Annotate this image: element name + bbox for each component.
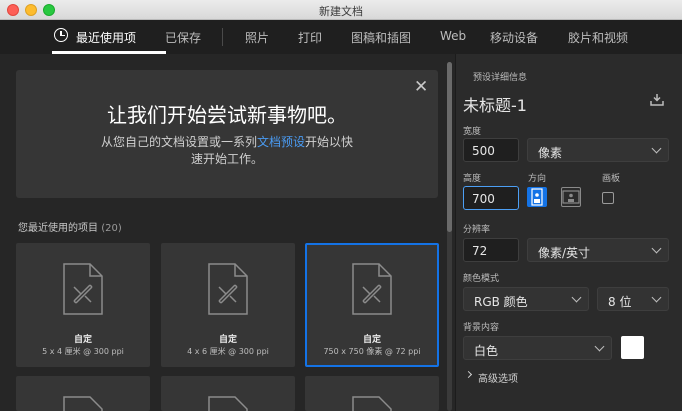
- document-icon: [352, 263, 392, 315]
- advanced-options-toggle[interactable]: 高级选项: [478, 370, 518, 385]
- portrait-icon: [531, 188, 543, 206]
- width-label: 宽度: [463, 127, 482, 137]
- artboard-checkbox[interactable]: [602, 192, 614, 204]
- color-mode-value: RGB 颜色: [474, 295, 528, 309]
- recent-item-size: 4 x 6 厘米 @ 300 ppi: [187, 347, 269, 356]
- scrollbar-thumb[interactable]: [447, 62, 452, 232]
- chevron-down-icon: [651, 143, 662, 154]
- recent-item-card[interactable]: 自定 4 x 6 厘米 @ 300 ppi: [161, 243, 295, 367]
- recent-item-card[interactable]: [161, 376, 295, 411]
- tab-film-video[interactable]: 胶片和视频: [568, 29, 628, 46]
- height-input[interactable]: 700: [463, 186, 519, 210]
- tab-mobile[interactable]: 移动设备: [490, 29, 538, 46]
- recent-item-card[interactable]: [16, 376, 150, 411]
- chevron-down-icon: [651, 243, 662, 254]
- background-color-swatch[interactable]: [621, 336, 644, 359]
- document-presets-link[interactable]: 文档预设: [257, 135, 305, 149]
- recent-count: (20): [101, 223, 122, 234]
- document-name-field[interactable]: 未标题-1: [463, 92, 527, 116]
- document-icon: [63, 263, 103, 315]
- document-icon: [63, 396, 103, 411]
- recent-item-size: 750 x 750 像素 @ 72 ppi: [323, 347, 421, 356]
- landscape-icon: [562, 190, 580, 204]
- close-icon[interactable]: ✕: [414, 79, 428, 96]
- banner-subtitle-text: 从您自己的文档设置或一系列: [100, 135, 257, 149]
- resolution-unit-value: 像素/英寸: [538, 246, 591, 260]
- recent-item-card-selected[interactable]: 自定 750 x 750 像素 @ 72 ppi: [305, 243, 439, 367]
- resolution-label: 分辨率: [463, 225, 491, 235]
- background-label: 背景内容: [463, 323, 500, 333]
- window-titlebar: 新建文档: [0, 0, 682, 20]
- recent-item-title: 自定: [218, 335, 237, 345]
- background-value: 白色: [474, 344, 499, 358]
- clock-icon: [54, 28, 68, 42]
- bit-depth-select[interactable]: 8 位: [597, 287, 669, 311]
- height-label: 高度: [463, 174, 482, 184]
- resolution-unit-select[interactable]: 像素/英寸: [527, 238, 669, 262]
- document-icon: [208, 263, 248, 315]
- bit-depth-value: 8 位: [608, 295, 632, 309]
- tab-divider: [222, 28, 223, 46]
- recent-heading-label: 您最近使用的项目: [18, 223, 98, 234]
- orientation-label: 方向: [528, 174, 547, 184]
- category-tab-bar: 最近使用项 已保存 照片 打印 图稿和插图 Web 移动设备 胶片和视频: [0, 20, 682, 54]
- tab-saved[interactable]: 已保存: [165, 29, 201, 46]
- document-icon: [352, 396, 392, 411]
- banner-subtitle: 从您自己的文档设置或一系列文档预设开始以快速开始工作。: [96, 134, 358, 168]
- recent-item-title: 自定: [362, 335, 381, 345]
- tab-web[interactable]: Web: [440, 29, 466, 43]
- width-unit-value: 像素: [538, 146, 563, 160]
- artboard-label: 画板: [602, 174, 621, 184]
- banner-title: 让我们开始尝试新事物吧。: [107, 103, 347, 127]
- chevron-down-icon: [571, 292, 582, 303]
- document-icon: [208, 396, 248, 411]
- tab-art-illustration[interactable]: 图稿和插图: [351, 29, 411, 46]
- color-mode-select[interactable]: RGB 颜色: [463, 287, 589, 311]
- recent-item-card[interactable]: 自定 5 x 4 厘米 @ 300 ppi: [16, 243, 150, 367]
- save-preset-icon[interactable]: [650, 94, 664, 106]
- window-title: 新建文档: [319, 5, 363, 18]
- width-input[interactable]: 500: [463, 138, 519, 162]
- recent-item-title: 自定: [73, 335, 92, 345]
- portrait-orientation-button[interactable]: [527, 187, 547, 207]
- landscape-orientation-button[interactable]: [561, 187, 581, 207]
- recent-item-size: 5 x 4 厘米 @ 300 ppi: [42, 347, 124, 356]
- tab-photo[interactable]: 照片: [245, 29, 269, 46]
- color-mode-label: 颜色模式: [463, 274, 500, 284]
- chevron-down-icon: [651, 292, 662, 303]
- width-unit-select[interactable]: 像素: [527, 138, 669, 162]
- tab-recent[interactable]: 最近使用项: [76, 29, 136, 46]
- recent-items-heading: 您最近使用的项目 (20): [18, 219, 122, 234]
- tab-print[interactable]: 打印: [298, 29, 322, 46]
- recent-item-card[interactable]: [305, 376, 439, 411]
- preset-details-heading: 预设详细信息: [473, 73, 528, 83]
- resolution-input[interactable]: 72: [463, 238, 519, 262]
- chevron-down-icon: [594, 341, 605, 352]
- background-select[interactable]: 白色: [463, 336, 612, 360]
